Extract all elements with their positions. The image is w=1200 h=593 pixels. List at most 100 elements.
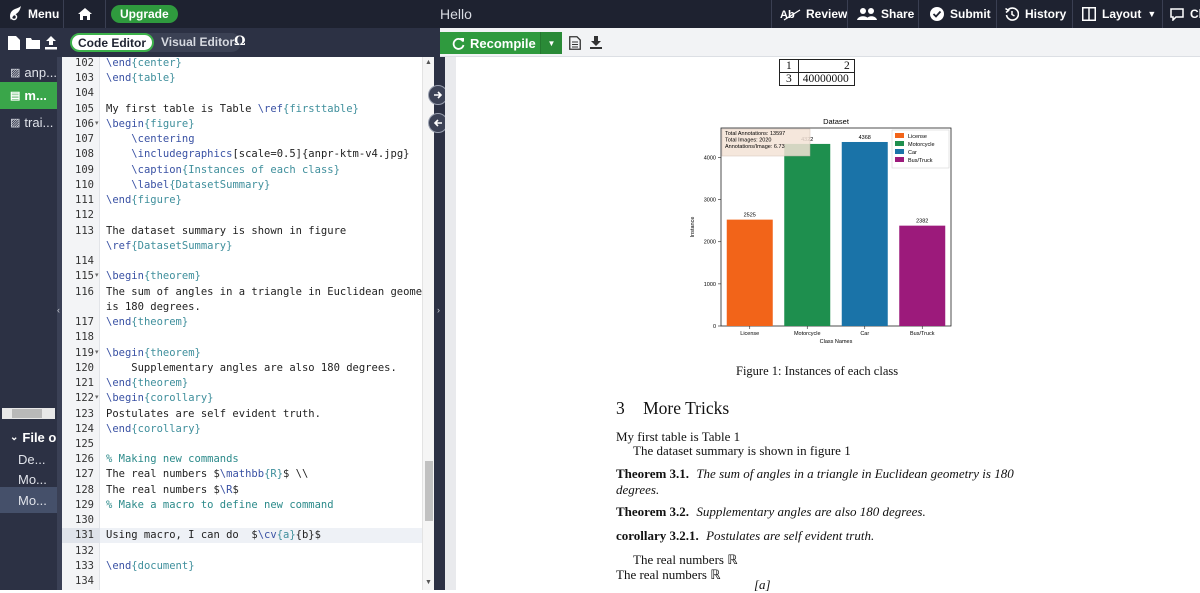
code-line[interactable]: \begin{corollary}: [106, 392, 213, 404]
y-axis-label: Instance: [690, 217, 696, 238]
code-line[interactable]: \end{figure}: [106, 194, 182, 206]
upload-icon[interactable]: [45, 36, 57, 50]
line-number: 132: [75, 544, 94, 557]
code-line[interactable]: The dataset summary is shown in figure: [106, 225, 346, 237]
line-number: 103: [75, 72, 94, 85]
line-number: 127: [75, 468, 94, 481]
upgrade-button[interactable]: Upgrade: [111, 0, 178, 28]
share-label: Share: [881, 7, 915, 21]
code-line[interactable]: \end{document}: [106, 560, 195, 572]
theorem-3-1-cont: degrees.: [616, 482, 659, 498]
code-line[interactable]: The sum of angles in a triangle in Eucli…: [106, 286, 441, 298]
fold-toggle-icon[interactable]: ▾: [95, 271, 99, 279]
code-line[interactable]: % Making new commands: [106, 453, 239, 465]
visual-editor-tab[interactable]: Visual Editor: [154, 33, 241, 52]
scroll-down-icon[interactable]: ▼: [425, 579, 432, 586]
paragraph-line: The dataset summary is shown in figure 1: [633, 443, 851, 458]
scroll-up-icon[interactable]: ▲: [425, 59, 432, 66]
line-number: 134: [75, 575, 94, 588]
table-row: 3 40000000: [779, 72, 855, 86]
code-line[interactable]: \caption{Instances of each class}: [106, 164, 340, 176]
home-button[interactable]: [77, 0, 93, 28]
code-line[interactable]: \begin{figure}: [106, 118, 195, 130]
sidebar-hscrollbar[interactable]: [2, 408, 55, 419]
dataset-bar-chart: Dataset 0 1000 2000 3000 4000 Instance 2525 Lice…: [690, 117, 952, 345]
legend-label: Car: [908, 150, 917, 156]
new-file-icon[interactable]: [8, 36, 20, 50]
file-item-main[interactable]: ▤ m...: [0, 82, 57, 109]
theorem-text: Supplementary angles are also 180 degree…: [696, 504, 926, 519]
code-line[interactable]: % Make a macro to define new command: [106, 499, 334, 511]
scroll-thumb[interactable]: [425, 461, 433, 521]
code-line[interactable]: My first table is Table \ref{firsttable}: [106, 103, 359, 115]
collapse-left-icon[interactable]: ‹: [57, 305, 60, 315]
layout-icon: [1082, 7, 1096, 21]
outline-item-active[interactable]: Mo...: [0, 487, 57, 513]
legend-swatch: [895, 133, 904, 138]
code-line[interactable]: The real numbers $\mathbb{R}$ \\: [106, 468, 308, 480]
code-line[interactable]: Supplementary angles are also 180 degree…: [106, 362, 397, 374]
collapse-right-icon[interactable]: ›: [437, 305, 440, 315]
line-number: 124: [75, 422, 94, 435]
chat-label: Ch: [1190, 7, 1200, 21]
users-icon: [857, 8, 877, 20]
overleaf-logo-icon: [10, 6, 21, 21]
code-line[interactable]: is 180 degrees.: [106, 301, 201, 313]
stats-annotation-line: Total Annotations: 13597: [725, 131, 785, 137]
new-folder-icon[interactable]: [26, 37, 40, 49]
theorem-text: The sum of angles in a triangle in Eucli…: [696, 466, 1014, 481]
fold-toggle-icon[interactable]: ▾: [95, 393, 99, 401]
share-button[interactable]: Share: [857, 0, 914, 28]
code-line[interactable]: \end{corollary}: [106, 423, 201, 435]
code-line[interactable]: \end{theorem}: [106, 316, 188, 328]
review-button[interactable]: Ab Review: [780, 0, 847, 28]
history-button[interactable]: History: [1005, 0, 1066, 28]
code-line[interactable]: \begin{theorem}: [106, 270, 201, 282]
menu-button[interactable]: Menu: [8, 0, 59, 28]
download-icon[interactable]: [590, 36, 602, 49]
code-line[interactable]: \includegraphics[scale=0.5]{anpr-ktm-v4.…: [106, 148, 409, 160]
pdf-page: 1 2 3 40000000 Dataset 0 1000 2000 3000 4000 I…: [456, 57, 1200, 592]
x-tick-label: Car: [860, 331, 869, 337]
file-outline-label: File out: [22, 429, 57, 445]
outline-label: Mo...: [18, 471, 47, 487]
code-line[interactable]: \begin{theorem}: [106, 347, 201, 359]
code-line[interactable]: \end{theorem}: [106, 377, 188, 389]
code-line[interactable]: The real numbers $\R$: [106, 484, 239, 496]
pane-splitter[interactable]: ›: [428, 57, 448, 590]
code-line[interactable]: Postulates are self evident truth.: [106, 408, 321, 420]
chat-button[interactable]: Ch: [1170, 0, 1200, 28]
review-label: Review: [806, 7, 848, 21]
layout-button[interactable]: Layout ▼: [1082, 0, 1156, 28]
editor-mode-toggle[interactable]: Code Editor Visual Editor: [70, 33, 242, 52]
line-number: 109: [75, 163, 94, 176]
menu-label: Menu: [28, 7, 60, 21]
fold-toggle-icon[interactable]: ▾: [95, 119, 99, 127]
figure-caption: Figure 1: Instances of each class: [736, 364, 899, 378]
bar-motorcycle: [784, 143, 831, 326]
code-line[interactable]: \ref{DatasetSummary}: [106, 240, 232, 252]
code-line[interactable]: Using macro, I can do $\cv{a}{b}$: [106, 529, 321, 541]
code-line[interactable]: \label{DatasetSummary}: [106, 179, 270, 191]
code-editor-tab[interactable]: Code Editor: [70, 33, 154, 52]
arrow-right-icon: [434, 91, 443, 99]
recompile-options-button[interactable]: ▼: [540, 32, 562, 54]
table-cell: 3: [779, 72, 799, 86]
code-line[interactable]: \end{table}: [106, 72, 176, 84]
scroll-thumb[interactable]: [12, 409, 42, 418]
code-line[interactable]: \end{center}: [106, 57, 182, 69]
bar-license: [726, 219, 773, 326]
line-number: 104: [75, 87, 94, 100]
fold-toggle-icon[interactable]: ▾: [95, 348, 99, 356]
editor-scrollbar[interactable]: ▲ ▼: [422, 57, 434, 590]
bar-bustruck: [899, 225, 946, 326]
log-file-icon[interactable]: [569, 36, 581, 50]
line-number: 107: [75, 133, 94, 146]
stats-annotation-line: Annotations/Image: 6.73: [725, 144, 785, 150]
layout-label: Layout: [1102, 7, 1142, 21]
symbol-palette-button[interactable]: Ω: [234, 34, 246, 49]
submit-button[interactable]: Submit: [930, 0, 991, 28]
code-line[interactable]: \centering: [106, 133, 194, 145]
file-item-train[interactable]: ▨ trai...: [0, 109, 57, 135]
project-title[interactable]: Hello: [440, 0, 472, 28]
